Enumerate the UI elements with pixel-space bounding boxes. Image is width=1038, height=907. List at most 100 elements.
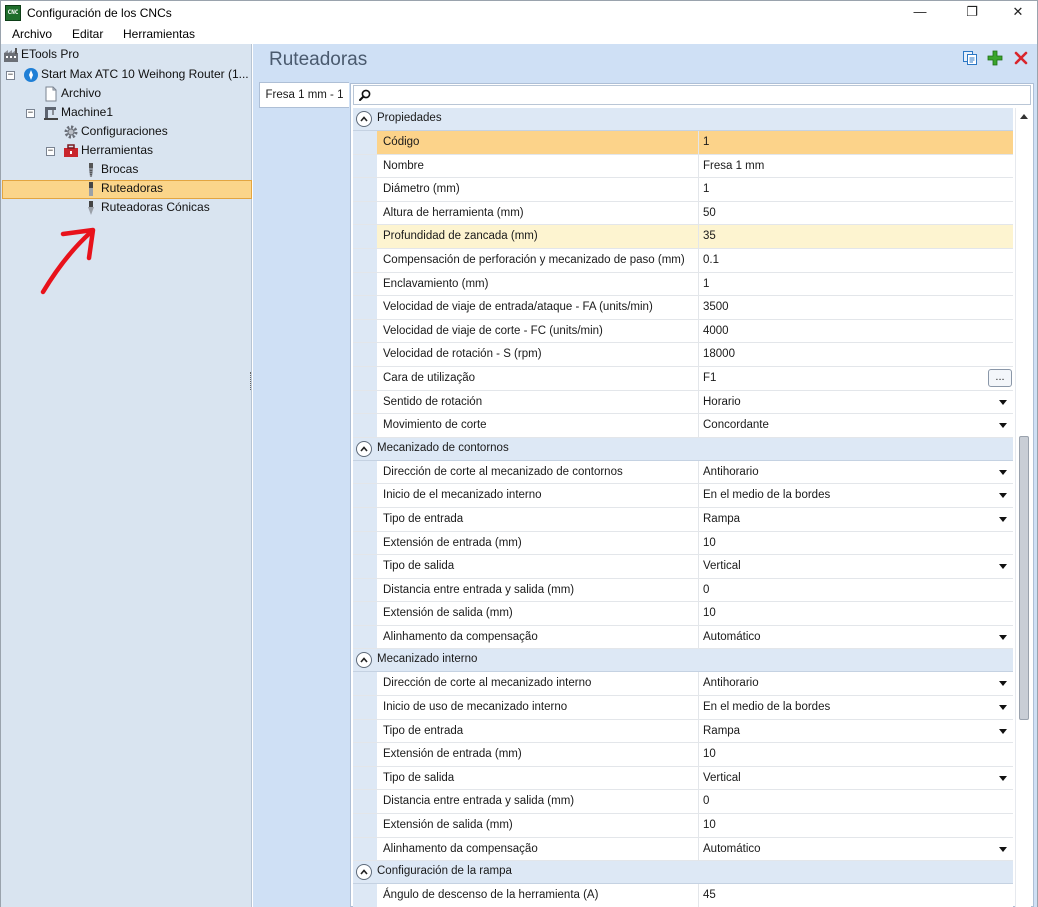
property-value[interactable]: 3500 bbox=[699, 296, 1013, 319]
property-row[interactable]: Diámetro (mm) 1 bbox=[353, 178, 1013, 202]
property-row[interactable]: Alinhamento da compensação Automático bbox=[353, 625, 1013, 650]
property-value[interactable]: Automático bbox=[699, 838, 1013, 861]
tree-toggle-machine1[interactable]: − bbox=[26, 109, 35, 118]
property-value[interactable]: 10 bbox=[699, 743, 1013, 766]
property-value[interactable]: 45 bbox=[699, 884, 1013, 907]
tree-toggle-herramientas[interactable]: − bbox=[46, 147, 55, 156]
property-row[interactable]: Velocidad de rotación - S (rpm) 18000 bbox=[353, 343, 1013, 367]
menu-editar[interactable]: Editar bbox=[72, 27, 103, 41]
property-row[interactable]: Distancia entre entrada y salida (mm) 0 bbox=[353, 790, 1013, 815]
property-row[interactable]: Extensión de entrada (mm) 10 bbox=[353, 531, 1013, 556]
property-value[interactable]: 1 bbox=[699, 131, 1013, 154]
property-row[interactable]: Distancia entre entrada y salida (mm) 0 bbox=[353, 578, 1013, 603]
category-row[interactable]: Mecanizado interno bbox=[353, 649, 1013, 673]
dropdown-arrow-icon[interactable] bbox=[999, 564, 1007, 570]
dropdown-arrow-icon[interactable] bbox=[999, 516, 1007, 522]
property-row[interactable]: Ángulo de descenso de la herramienta (A)… bbox=[353, 884, 1013, 907]
category-row[interactable]: Configuración de la rampa bbox=[353, 861, 1013, 885]
property-value[interactable]: Concordante bbox=[699, 414, 1013, 437]
tree-toggle-machine[interactable]: − bbox=[6, 71, 15, 80]
tree-item-ruteadoras[interactable]: Ruteadoras bbox=[101, 179, 163, 198]
property-value[interactable]: Automático bbox=[699, 626, 1013, 649]
tab-fresa-1mm[interactable]: Fresa 1 mm - 1 bbox=[259, 82, 349, 108]
delete-icon[interactable] bbox=[1013, 50, 1029, 66]
collapse-chevron-icon[interactable] bbox=[356, 440, 372, 457]
property-row[interactable]: Velocidad de viaje de entrada/ataque - F… bbox=[353, 296, 1013, 320]
property-value[interactable]: 0 bbox=[699, 790, 1013, 813]
property-value[interactable]: En el medio de la bordes bbox=[699, 484, 1013, 507]
property-value[interactable]: Antihorario bbox=[699, 672, 1013, 695]
property-row[interactable]: Tipo de entrada Rampa bbox=[353, 719, 1013, 744]
dropdown-arrow-icon[interactable] bbox=[999, 705, 1007, 711]
property-value[interactable]: 10 bbox=[699, 602, 1013, 625]
scroll-thumb[interactable] bbox=[1019, 436, 1029, 720]
menu-archivo[interactable]: Archivo bbox=[12, 27, 52, 41]
tree-item-machine1[interactable]: Machine1 bbox=[61, 103, 113, 122]
property-value[interactable]: 18000 bbox=[699, 343, 1013, 366]
add-icon[interactable] bbox=[987, 50, 1003, 66]
collapse-chevron-icon[interactable] bbox=[356, 111, 372, 127]
tree-item-ruteadoras-conicas[interactable]: Ruteadoras Cónicas bbox=[101, 198, 210, 217]
category-row[interactable]: Propiedades bbox=[353, 108, 1013, 131]
property-row[interactable]: Extensión de entrada (mm) 10 bbox=[353, 743, 1013, 767]
property-row[interactable]: Cara de utilização F1... bbox=[353, 366, 1013, 391]
property-value[interactable]: 35 bbox=[699, 225, 1013, 248]
property-row[interactable]: Tipo de salida Vertical bbox=[353, 766, 1013, 791]
property-value[interactable]: 4000 bbox=[699, 320, 1013, 343]
property-value[interactable]: Rampa bbox=[699, 720, 1013, 743]
tree-item-herramientas[interactable]: Herramientas bbox=[81, 141, 153, 160]
property-row[interactable]: Enclavamiento (mm) 1 bbox=[353, 272, 1013, 297]
dropdown-arrow-icon[interactable] bbox=[999, 423, 1007, 429]
property-row[interactable]: Extensión de salida (mm) 10 bbox=[353, 814, 1013, 838]
property-value[interactable]: Vertical bbox=[699, 767, 1013, 790]
dropdown-arrow-icon[interactable] bbox=[999, 775, 1007, 781]
scroll-up-arrow-icon[interactable] bbox=[1020, 114, 1028, 119]
tree-item-configuraciones[interactable]: Configuraciones bbox=[81, 122, 168, 141]
property-row[interactable]: Dirección de corte al mecanizado interno… bbox=[353, 672, 1013, 697]
property-value[interactable]: En el medio de la bordes bbox=[699, 696, 1013, 719]
property-value[interactable]: 10 bbox=[699, 532, 1013, 555]
tree-item-archivo[interactable]: Archivo bbox=[61, 84, 101, 103]
property-value[interactable]: 10 bbox=[699, 814, 1013, 837]
collapse-chevron-icon[interactable] bbox=[356, 864, 372, 881]
property-row[interactable]: Código 1 bbox=[353, 131, 1013, 155]
property-row[interactable]: Sentido de rotación Horario bbox=[353, 390, 1013, 415]
property-row[interactable]: Altura de herramienta (mm) 50 bbox=[353, 201, 1013, 226]
property-value[interactable]: Vertical bbox=[699, 555, 1013, 578]
property-value[interactable]: F1... bbox=[699, 367, 1013, 390]
property-row[interactable]: Alinhamento da compensação Automático bbox=[353, 837, 1013, 862]
property-row[interactable]: Compensación de perforación y mecanizado… bbox=[353, 248, 1013, 273]
menu-herramientas[interactable]: Herramientas bbox=[123, 27, 195, 41]
property-value[interactable]: 0.1 bbox=[699, 249, 1013, 272]
property-row[interactable]: Velocidad de viaje de corte - FC (units/… bbox=[353, 319, 1013, 344]
property-row[interactable]: Dirección de corte al mecanizado de cont… bbox=[353, 460, 1013, 485]
tree-item-brocas[interactable]: Brocas bbox=[101, 160, 138, 179]
property-value[interactable]: 0 bbox=[699, 579, 1013, 602]
property-row[interactable]: Profundidad de zancada (mm) 35 bbox=[353, 225, 1013, 249]
property-row[interactable]: Movimiento de corte Concordante bbox=[353, 414, 1013, 438]
dropdown-arrow-icon[interactable] bbox=[999, 728, 1007, 734]
dropdown-arrow-icon[interactable] bbox=[999, 493, 1007, 499]
tree-root-label[interactable]: ETools Pro bbox=[21, 45, 79, 64]
collapse-chevron-icon[interactable] bbox=[356, 652, 372, 669]
vertical-scrollbar[interactable] bbox=[1015, 108, 1031, 907]
property-row[interactable]: Extensión de salida (mm) 10 bbox=[353, 602, 1013, 626]
search-input[interactable] bbox=[353, 85, 1031, 105]
property-row[interactable]: Tipo de entrada Rampa bbox=[353, 507, 1013, 532]
property-value[interactable]: 1 bbox=[699, 273, 1013, 296]
property-row[interactable]: Inicio de uso de mecanizado interno En el… bbox=[353, 696, 1013, 720]
dropdown-arrow-icon[interactable] bbox=[999, 399, 1007, 405]
tree-item-machine[interactable]: Start Max ATC 10 Weihong Router (1... bbox=[41, 65, 249, 84]
property-value[interactable]: Rampa bbox=[699, 508, 1013, 531]
property-value[interactable]: Horario bbox=[699, 391, 1013, 414]
dropdown-arrow-icon[interactable] bbox=[999, 846, 1007, 852]
property-row[interactable]: Nombre Fresa 1 mm bbox=[353, 154, 1013, 179]
property-value[interactable]: 50 bbox=[699, 202, 1013, 225]
dropdown-arrow-icon[interactable] bbox=[999, 469, 1007, 475]
maximize-button[interactable]: ❐ bbox=[949, 1, 995, 25]
property-value[interactable]: Fresa 1 mm bbox=[699, 155, 1013, 178]
dropdown-arrow-icon[interactable] bbox=[999, 681, 1007, 687]
category-row[interactable]: Mecanizado de contornos bbox=[353, 437, 1013, 461]
ellipsis-button[interactable]: ... bbox=[988, 368, 1012, 387]
close-button[interactable]: ✕ bbox=[995, 1, 1038, 25]
